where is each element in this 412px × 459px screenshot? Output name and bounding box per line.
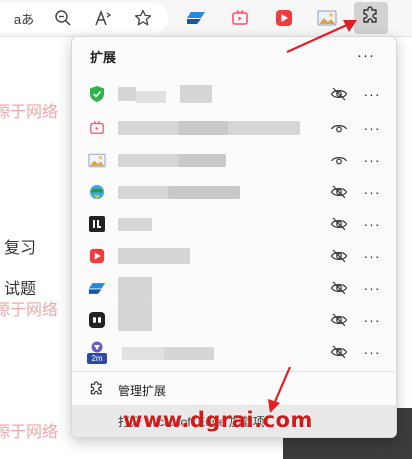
globe-download-icon xyxy=(88,183,106,201)
page-text-review: 复习 xyxy=(4,238,37,257)
puzzle-icon xyxy=(88,380,106,398)
blurred-name xyxy=(228,121,300,135)
picture-icon xyxy=(88,151,106,169)
text-size-icon[interactable] xyxy=(92,6,116,30)
eye-hidden-icon[interactable] xyxy=(330,86,348,102)
manage-extensions-label: 管理扩展 xyxy=(118,384,167,398)
blurred-name xyxy=(178,154,226,167)
read-aloud-icon[interactable]: aあ xyxy=(12,6,36,30)
extension-row[interactable]: ··· xyxy=(72,175,396,209)
eye-hidden-icon[interactable] xyxy=(330,248,348,264)
eye-visible-icon[interactable] xyxy=(330,120,348,136)
blurred-name xyxy=(118,186,168,199)
blurred-name xyxy=(118,303,152,331)
red-arrow-annotation xyxy=(286,20,357,54)
watermark-text: 源于网络 xyxy=(0,422,59,441)
blurred-name xyxy=(118,87,136,101)
blurred-name xyxy=(164,347,214,360)
extension-row[interactable]: ··· xyxy=(72,239,396,273)
eye-visible-icon[interactable] xyxy=(330,152,348,168)
black-rounded-icon xyxy=(88,311,106,329)
blurred-name xyxy=(118,277,152,303)
read-aloud-glyph: aあ xyxy=(13,11,35,27)
blurred-name xyxy=(118,154,178,167)
manage-extensions-item[interactable]: 管理扩展 xyxy=(72,374,396,404)
row-more-button[interactable]: ··· xyxy=(358,309,386,331)
pink-tv-icon xyxy=(88,119,106,137)
ext-tv-icon[interactable] xyxy=(228,6,252,30)
blue-wedge-icon xyxy=(88,279,106,297)
favorite-star-icon[interactable] xyxy=(131,6,155,30)
eye-hidden-icon[interactable] xyxy=(330,344,348,360)
black-square-icon xyxy=(88,215,106,233)
blurred-name xyxy=(118,218,152,231)
red-arrow-annotation xyxy=(268,366,292,413)
red-play-icon xyxy=(88,247,106,265)
extension-row[interactable]: 2m ··· xyxy=(72,335,396,369)
row-more-button[interactable]: ··· xyxy=(358,83,386,105)
extension-row[interactable]: ··· xyxy=(72,111,396,145)
extension-row[interactable]: ··· xyxy=(72,271,396,305)
row-more-button[interactable]: ··· xyxy=(358,341,386,363)
blurred-name xyxy=(118,121,178,135)
eye-hidden-icon[interactable] xyxy=(330,184,348,200)
extensions-puzzle-icon xyxy=(361,5,381,31)
popup-divider xyxy=(72,371,396,372)
blurred-name xyxy=(168,186,240,199)
extensions-popup: 扩展 ··· ··· ··· ··· ··· ··· ··· ··· ··· 2… xyxy=(71,36,397,438)
blurred-name xyxy=(180,85,212,103)
2m-badge-icon: 2m xyxy=(87,339,107,365)
extension-row[interactable]: ··· xyxy=(72,303,396,337)
eye-hidden-icon[interactable] xyxy=(330,312,348,328)
extension-row[interactable]: ··· xyxy=(72,77,396,111)
popup-title: 扩展 xyxy=(90,50,117,65)
2m-badge-text: 2m xyxy=(87,352,107,364)
extension-row[interactable]: ··· xyxy=(72,207,396,241)
blurred-name xyxy=(122,347,164,360)
row-more-button[interactable]: ··· xyxy=(358,245,386,267)
green-shield-icon xyxy=(88,85,106,103)
row-more-button[interactable]: ··· xyxy=(358,181,386,203)
row-more-button[interactable]: ··· xyxy=(358,277,386,299)
eye-hidden-icon[interactable] xyxy=(330,280,348,296)
ext-blue-wedge-icon[interactable] xyxy=(184,6,208,30)
row-more-button[interactable]: ··· xyxy=(358,213,386,235)
watermark-text: 源于网络 xyxy=(0,300,59,319)
zoom-out-icon[interactable] xyxy=(51,6,75,30)
watermark-text: 源于网络 xyxy=(0,102,59,121)
blurred-name xyxy=(118,248,190,264)
row-more-button[interactable]: ··· xyxy=(358,117,386,139)
eye-hidden-icon[interactable] xyxy=(330,216,348,232)
blurred-name xyxy=(136,91,166,103)
row-more-button[interactable]: ··· xyxy=(358,149,386,171)
extension-row[interactable]: ··· xyxy=(72,143,396,177)
blurred-name xyxy=(178,121,228,135)
